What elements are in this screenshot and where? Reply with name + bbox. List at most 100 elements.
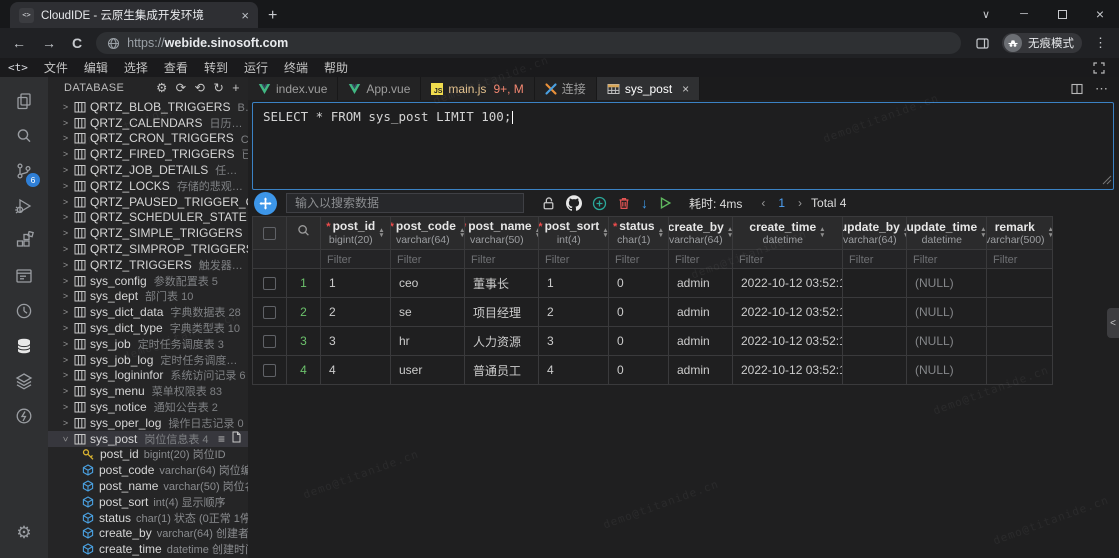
cell-update_time[interactable]: (NULL): [907, 298, 987, 327]
row-checkbox[interactable]: [263, 306, 276, 319]
table-ddl-icon[interactable]: ≡: [218, 433, 225, 445]
row-search-cell[interactable]: [287, 217, 321, 250]
page-number[interactable]: 1: [778, 196, 785, 210]
cell-post_name[interactable]: 董事长: [465, 269, 539, 298]
cell-update_time[interactable]: (NULL): [907, 356, 987, 385]
tree-column-post_code[interactable]: post_codevarchar(64) 岗位编码: [48, 462, 248, 478]
row-checkbox[interactable]: [263, 364, 276, 377]
cell-remark[interactable]: [987, 356, 1053, 385]
tree-table-QRTZ_LOCKS[interactable]: >QRTZ_LOCKS存储的悲观锁信息表 2: [48, 178, 248, 194]
filter-input-update_by[interactable]: [843, 254, 906, 266]
cell-post_code[interactable]: user: [391, 356, 465, 385]
browser-tab[interactable]: <> CloudIDE - 云原生集成开发环境 ×: [10, 2, 258, 28]
table-row[interactable]: 33hr人力资源30admin2022-10-12 03:52:12(NULL): [253, 327, 1053, 356]
tree-table-sys_dict_type[interactable]: >sys_dict_type字典类型表 10: [48, 320, 248, 336]
cell-post_name[interactable]: 普通员工: [465, 356, 539, 385]
db-refresh-icon[interactable]: ↻: [213, 82, 224, 95]
menu-编辑[interactable]: 编辑: [76, 59, 116, 76]
incognito-badge[interactable]: 无痕模式: [1002, 33, 1082, 53]
cell-post_sort[interactable]: 2: [539, 298, 609, 327]
panel-collapse-handle[interactable]: <: [1107, 308, 1119, 338]
editor-tab-index.vue[interactable]: index.vue: [248, 77, 338, 100]
tree-chevron-icon[interactable]: >: [61, 339, 70, 349]
tree-table-QRTZ_CALENDARS[interactable]: >QRTZ_CALENDARS日历信息表 0: [48, 115, 248, 131]
cell-post_code[interactable]: hr: [391, 327, 465, 356]
tree-table-sys_logininfor[interactable]: >sys_logininfor系统访问记录 6: [48, 368, 248, 384]
tree-chevron-icon[interactable]: >: [61, 418, 70, 428]
col-header-post_code[interactable]: *post_codevarchar(64)▲▼: [391, 217, 465, 250]
tab-close-icon[interactable]: ×: [241, 8, 249, 23]
tree-table-sys_oper_log[interactable]: >sys_oper_log操作日志记录 0: [48, 415, 248, 431]
sort-icon[interactable]: ▲▼: [980, 227, 986, 238]
menu-终端[interactable]: 终端: [276, 59, 316, 76]
tree-chevron-icon[interactable]: >: [61, 181, 70, 191]
filter-input-post_sort[interactable]: [539, 254, 608, 266]
cell-update_time[interactable]: (NULL): [907, 269, 987, 298]
quick-add-button[interactable]: [254, 192, 277, 215]
editor-tab-连接[interactable]: 连接: [535, 77, 597, 100]
sort-icon[interactable]: ▲▼: [535, 228, 539, 239]
tree-table-QRTZ_CRON_TRIGGERS[interactable]: >QRTZ_CRON_TRIGGERSCron类型...: [48, 131, 248, 147]
cell-post_id[interactable]: 3: [321, 327, 391, 356]
col-header-update_by[interactable]: update_byvarchar(64)▲▼: [843, 217, 907, 250]
tree-chevron-icon[interactable]: >: [61, 212, 70, 222]
col-header-status[interactable]: *statuschar(1)▲▼: [609, 217, 669, 250]
cell-create_by[interactable]: admin: [669, 269, 733, 298]
run-icon[interactable]: [658, 196, 672, 210]
col-header-post_id[interactable]: *post_idbigint(20)▲▼: [321, 217, 391, 250]
window-maximize-button[interactable]: [1043, 0, 1081, 28]
col-header-update_time[interactable]: update_timedatetime▲▼: [907, 217, 987, 250]
cell-update_by[interactable]: [843, 327, 907, 356]
filter-input-create_time[interactable]: [733, 254, 842, 266]
tree-chevron-icon[interactable]: >: [61, 291, 70, 301]
row-checkbox[interactable]: [263, 335, 276, 348]
prev-page-icon[interactable]: ‹: [761, 196, 765, 210]
tree-chevron-icon[interactable]: >: [61, 355, 70, 365]
cell-post_sort[interactable]: 1: [539, 269, 609, 298]
cell-status[interactable]: 0: [609, 356, 669, 385]
sort-icon[interactable]: ▲▼: [903, 227, 907, 238]
delete-icon[interactable]: [617, 196, 631, 211]
cell-create_by[interactable]: admin: [669, 327, 733, 356]
tree-column-post_sort[interactable]: post_sortint(4) 显示顺序: [48, 494, 248, 510]
cell-remark[interactable]: [987, 327, 1053, 356]
sort-icon[interactable]: ▲▼: [378, 228, 384, 239]
next-page-icon[interactable]: ›: [798, 196, 802, 210]
filter-input-remark[interactable]: [987, 254, 1052, 266]
tree-chevron-icon[interactable]: >: [61, 307, 70, 317]
split-editor-icon[interactable]: [1070, 82, 1084, 96]
restore-layout-icon[interactable]: [1093, 62, 1113, 74]
tree-table-sys_job_log[interactable]: >sys_job_log定时任务调度日志表 0: [48, 352, 248, 368]
db-settings-icon[interactable]: ⚙: [156, 82, 168, 95]
cell-create_time[interactable]: 2022-10-12 03:52:12: [733, 269, 843, 298]
select-all-checkbox[interactable]: [263, 227, 276, 240]
side-panel-icon[interactable]: [975, 36, 990, 51]
tree-chevron-icon[interactable]: >: [61, 323, 70, 333]
tree-column-create_time[interactable]: create_timedatetime 创建时间: [48, 541, 248, 557]
sort-icon[interactable]: ▲▼: [727, 227, 733, 238]
run-debug-icon[interactable]: [0, 188, 48, 223]
tree-table-sys_job[interactable]: >sys_job定时任务调度表 3: [48, 336, 248, 352]
sort-icon[interactable]: ▲▼: [819, 227, 825, 238]
menu-运行[interactable]: 运行: [236, 59, 276, 76]
cell-update_by[interactable]: [843, 298, 907, 327]
tree-chevron-icon[interactable]: >: [61, 260, 70, 270]
col-header-remark[interactable]: remarkvarchar(500)▲▼: [987, 217, 1053, 250]
tree-table-sys_dept[interactable]: >sys_dept部门表 10: [48, 289, 248, 305]
cell-status[interactable]: 0: [609, 298, 669, 327]
window-close-button[interactable]: ×: [1081, 0, 1119, 28]
cell-update_by[interactable]: [843, 356, 907, 385]
browser-menu-icon[interactable]: ⋮: [1094, 35, 1107, 51]
tree-table-QRTZ_BLOB_TRIGGERS[interactable]: >QRTZ_BLOB_TRIGGERSBlob类型的...: [48, 99, 248, 115]
tree-chevron-icon[interactable]: >: [61, 434, 71, 443]
menu-转到[interactable]: 转到: [196, 59, 236, 76]
tree-table-sys_notice[interactable]: >sys_notice通知公告表 2: [48, 399, 248, 415]
search-icon[interactable]: [0, 118, 48, 153]
tree-chevron-icon[interactable]: >: [61, 149, 70, 159]
report-panel-icon[interactable]: [0, 258, 48, 293]
tree-table-QRTZ_TRIGGERS[interactable]: >QRTZ_TRIGGERS触发器详细信息表 3: [48, 257, 248, 273]
settings-gear-icon[interactable]: ⚙: [0, 515, 48, 550]
cell-update_time[interactable]: (NULL): [907, 327, 987, 356]
tree-column-post_name[interactable]: post_namevarchar(50) 岗位名称: [48, 478, 248, 494]
extensions-icon[interactable]: [0, 223, 48, 258]
